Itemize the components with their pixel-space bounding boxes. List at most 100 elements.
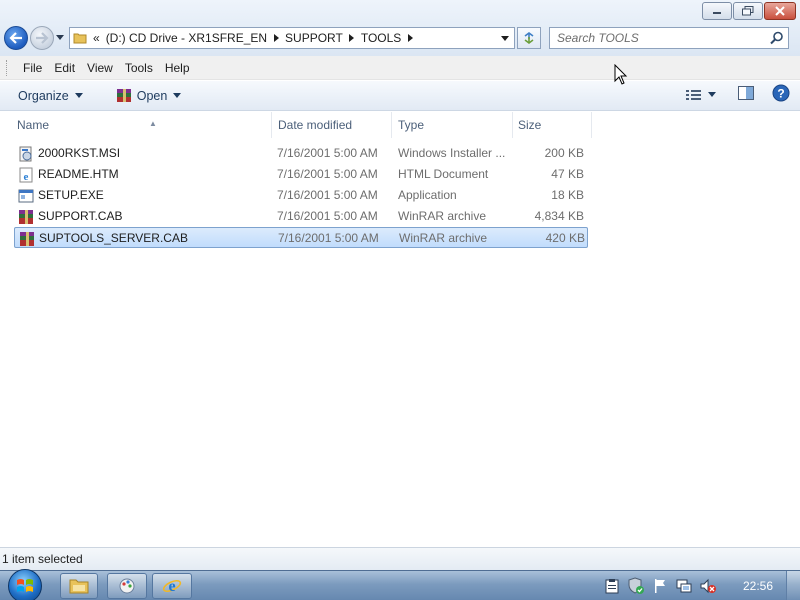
minimize-button[interactable] <box>702 2 732 20</box>
clipboard-icon[interactable] <box>602 576 622 596</box>
taskbar-internet-explorer-button[interactable]: e <box>152 573 192 599</box>
open-button[interactable]: Open <box>107 84 190 108</box>
show-desktop-button[interactable] <box>786 571 800 600</box>
svg-text:e: e <box>24 171 29 183</box>
column-headers: Name ▲ Date modified Type Size <box>0 112 800 138</box>
chevron-down-icon <box>708 92 716 97</box>
recent-pages-button[interactable] <box>55 26 65 50</box>
help-icon: ? <box>772 84 790 102</box>
address-overflow-chevron[interactable]: « <box>90 28 103 48</box>
file-row-selected[interactable]: SUPTOOLS_SERVER.CAB 7/16/2001 5:00 AM Wi… <box>14 227 588 248</box>
column-name-label: Name <box>17 118 50 132</box>
search-input[interactable] <box>550 28 760 48</box>
preview-pane-button[interactable] <box>738 86 754 103</box>
file-row[interactable]: e README.HTM 7/16/2001 5:00 AM HTML Docu… <box>14 164 588 185</box>
organize-label: Organize <box>18 88 69 103</box>
taskbar-explorer-button[interactable] <box>60 573 98 599</box>
network-icon[interactable] <box>674 576 694 596</box>
change-view-button[interactable] <box>686 89 716 101</box>
file-name-cell: SUPPORT.CAB <box>18 206 270 227</box>
file-type: Windows Installer ... <box>398 146 506 160</box>
internet-explorer-icon: e <box>162 578 182 595</box>
back-button[interactable] <box>4 26 28 50</box>
folder-icon <box>70 28 90 48</box>
file-name: SETUP.EXE <box>38 188 104 202</box>
restore-button[interactable] <box>733 2 763 20</box>
search-icon[interactable] <box>770 31 784 45</box>
windows-logo-icon <box>17 579 33 592</box>
msi-icon <box>18 146 34 162</box>
preview-pane-icon <box>738 86 754 100</box>
file-size: 47 KB <box>551 167 584 181</box>
file-name-cell: 2000RKST.MSI <box>18 143 270 164</box>
taskbar: e 22:56 <box>0 569 800 600</box>
file-row[interactable]: SETUP.EXE 7/16/2001 5:00 AM Application … <box>14 185 588 206</box>
forward-button[interactable] <box>30 26 54 50</box>
chevron-down-icon <box>74 93 83 98</box>
breadcrumb-support[interactable]: SUPPORT <box>282 28 346 48</box>
window-frame-top: « (D:) CD Drive - XR1SFRE_EN SUPPORT TOO… <box>0 0 800 56</box>
file-type: HTML Document <box>398 167 489 181</box>
file-name: 2000RKST.MSI <box>38 146 121 160</box>
folder-icon <box>69 579 89 594</box>
close-icon <box>775 6 785 16</box>
close-button[interactable] <box>764 2 796 20</box>
application-icon <box>18 188 34 204</box>
menu-help[interactable]: Help <box>159 61 196 75</box>
file-name: SUPPORT.CAB <box>38 209 123 223</box>
address-bar[interactable]: « (D:) CD Drive - XR1SFRE_EN SUPPORT TOO… <box>69 27 515 49</box>
file-name-cell: e README.HTM <box>18 164 270 185</box>
file-date: 7/16/2001 5:00 AM <box>277 209 378 223</box>
volume-muted-icon[interactable] <box>698 576 718 596</box>
breadcrumb-separator-icon[interactable] <box>346 28 358 48</box>
file-date: 7/16/2001 5:00 AM <box>277 188 378 202</box>
column-header-name[interactable]: Name ▲ <box>12 112 272 138</box>
sort-ascending-icon: ▲ <box>149 119 157 128</box>
file-row[interactable]: SUPPORT.CAB 7/16/2001 5:00 AM WinRAR arc… <box>14 206 588 227</box>
file-size: 18 KB <box>551 188 584 202</box>
organize-button[interactable]: Organize <box>10 84 91 108</box>
breadcrumb-separator-icon[interactable] <box>404 28 416 48</box>
menu-tools[interactable]: Tools <box>119 61 159 75</box>
menu-view[interactable]: View <box>81 61 119 75</box>
refresh-button[interactable] <box>517 27 541 49</box>
file-size: 4,834 KB <box>534 209 584 223</box>
file-type: WinRAR archive <box>398 209 487 223</box>
chevron-down-icon <box>173 93 182 98</box>
arrow-left-icon <box>9 32 22 44</box>
search-box[interactable] <box>549 27 789 49</box>
file-date: 7/16/2001 5:00 AM <box>278 231 379 245</box>
column-header-type[interactable]: Type <box>393 112 513 138</box>
menu-bar: File Edit View Tools Help <box>0 56 800 80</box>
arrow-right-icon <box>36 32 49 44</box>
breadcrumb-separator-icon[interactable] <box>270 28 282 48</box>
svg-text:?: ? <box>777 87 784 101</box>
help-button[interactable]: ? <box>772 84 790 105</box>
system-tray: 22:56 <box>600 571 800 600</box>
file-date: 7/16/2001 5:00 AM <box>277 167 378 181</box>
menu-edit[interactable]: Edit <box>48 61 81 75</box>
navigation-row: « (D:) CD Drive - XR1SFRE_EN SUPPORT TOO… <box>0 24 800 52</box>
column-header-date-modified[interactable]: Date modified <box>273 112 392 138</box>
start-button[interactable] <box>8 569 42 600</box>
mouse-pointer-icon <box>614 64 628 85</box>
minimize-icon <box>713 12 721 14</box>
command-bar-right: ? <box>686 84 790 105</box>
ie-document-icon: e <box>18 167 34 183</box>
file-size: 420 KB <box>545 231 585 245</box>
paint-icon <box>119 578 135 594</box>
file-date: 7/16/2001 5:00 AM <box>277 146 378 160</box>
breadcrumb-tools[interactable]: TOOLS <box>358 28 404 48</box>
column-size-label: Size <box>518 118 542 132</box>
file-row[interactable]: 2000RKST.MSI 7/16/2001 5:00 AM Windows I… <box>14 143 588 164</box>
column-header-size[interactable]: Size <box>513 112 592 138</box>
security-shield-icon[interactable] <box>626 576 646 596</box>
address-history-dropdown[interactable] <box>496 28 514 48</box>
taskbar-clock[interactable]: 22:56 <box>730 579 786 593</box>
action-center-flag-icon[interactable] <box>650 576 670 596</box>
chevron-down-icon <box>501 35 509 41</box>
refresh-icon <box>524 32 534 44</box>
taskbar-paint-button[interactable] <box>107 573 147 599</box>
menu-file[interactable]: File <box>17 61 48 75</box>
breadcrumb-drive[interactable]: (D:) CD Drive - XR1SFRE_EN <box>103 28 270 48</box>
